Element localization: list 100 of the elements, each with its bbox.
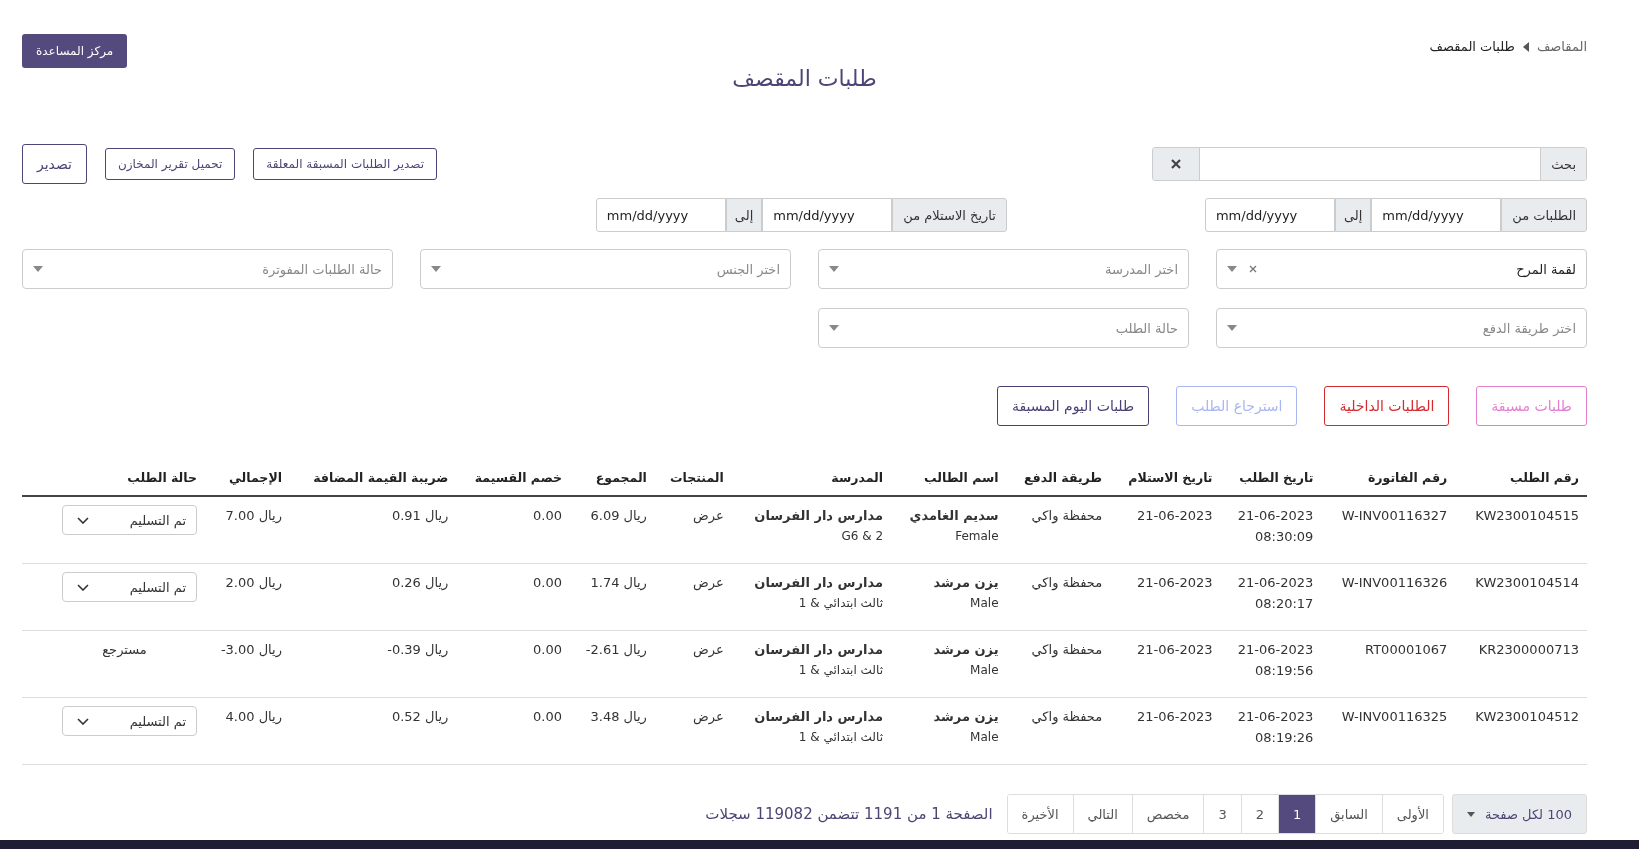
- filter-dropdown[interactable]: اختر طريقة الدفع: [1216, 308, 1587, 348]
- column-header: رقم الفاتورة: [1321, 456, 1456, 496]
- date-field[interactable]: mm/dd/yyyy: [595, 198, 726, 232]
- status-text: مسترجع: [101, 642, 148, 657]
- student-gender: Female: [954, 529, 999, 543]
- filter-dropdown[interactable]: اختر المدرسة: [818, 249, 1189, 289]
- invoice-number: W-INV00116325: [1341, 709, 1448, 724]
- pagination-button[interactable]: 1: [1277, 795, 1316, 833]
- receipt-date: 21-06-2023: [1137, 642, 1213, 657]
- order-time: 08:19:26: [1253, 730, 1314, 745]
- receipt-date: 21-06-2023: [1137, 508, 1213, 523]
- status-dropdown[interactable]: تم التسليم: [62, 572, 197, 602]
- school-grade: ثالث ابتدائي & 1: [797, 596, 883, 610]
- school-name: مدارس دار الفرسان: [753, 508, 883, 523]
- order-number: KW2300104514: [1475, 575, 1579, 590]
- products-link[interactable]: عرض: [693, 709, 724, 724]
- column-header: تاريخ الطلب: [1220, 456, 1322, 496]
- export-button[interactable]: تحميل تقرير المخازن: [105, 148, 236, 180]
- column-header: رقم الطلب: [1455, 456, 1587, 496]
- school-grade: 2 & G6: [840, 529, 883, 543]
- filter-placeholder: حالة الطلب: [1115, 320, 1178, 336]
- filter-dropdown[interactable]: حالة الطلبات المفوترة: [22, 249, 393, 289]
- vat-amount: 0.52 ريال: [391, 709, 449, 724]
- dropdown-caret-icon: [1227, 325, 1237, 331]
- total-amount: -3.00 ريال: [220, 642, 282, 657]
- status-dropdown[interactable]: تم التسليم: [62, 706, 197, 736]
- order-time: 08:19:56: [1253, 663, 1314, 678]
- filter-dropdown[interactable]: حالة الطلب: [818, 308, 1189, 348]
- to-label: إلى: [1334, 198, 1372, 232]
- filter-dropdown[interactable]: اختر الجنس: [420, 249, 791, 289]
- payment-method: محفظة واكي: [1031, 508, 1103, 523]
- order-date: 21-06-2023: [1236, 709, 1314, 724]
- chevron-down-icon: [77, 516, 89, 524]
- student-name: يزن مرشد: [932, 709, 999, 724]
- order-time: 08:30:09: [1253, 529, 1314, 544]
- pagination-button[interactable]: الأولى: [1381, 795, 1443, 833]
- filter-placeholder: اختر طريقة الدفع: [1482, 320, 1576, 336]
- breadcrumb-link[interactable]: المقاصف: [1536, 39, 1587, 54]
- export-button[interactable]: تصدير الطلبات المسبقة المعلقة: [253, 148, 438, 180]
- date-field[interactable]: mm/dd/yyyy: [1371, 198, 1502, 232]
- total-amount: 7.00 ريال: [225, 508, 282, 523]
- to-label: إلى: [725, 198, 763, 232]
- discount-amount: 0.00: [533, 508, 562, 523]
- order-date: 21-06-2023: [1236, 642, 1314, 657]
- filter-value: لقمة المرح: [1516, 261, 1576, 277]
- school-name: مدارس دار الفرسان: [753, 642, 883, 657]
- dropdown-caret-icon: [829, 266, 839, 272]
- search-label: بحث: [1540, 148, 1586, 180]
- filter-dropdown[interactable]: لقمة المرح: [1216, 249, 1587, 289]
- products-link[interactable]: عرض: [693, 575, 724, 590]
- page-title: طلبات المقصف: [731, 68, 878, 90]
- order-date: 21-06-2023: [1236, 575, 1314, 590]
- invoice-number: RT00001067: [1365, 642, 1448, 657]
- vat-amount: -0.39 ريال: [387, 642, 449, 657]
- order-number: KW2300104512: [1475, 709, 1579, 724]
- column-header: تاريخ الاستلام: [1110, 456, 1221, 496]
- products-link[interactable]: عرض: [693, 642, 724, 657]
- payment-method: محفظة واكي: [1031, 709, 1103, 724]
- clear-icon[interactable]: [1249, 265, 1257, 273]
- search-field[interactable]: بحث: [1152, 147, 1587, 181]
- column-header: المدرسة: [731, 456, 891, 496]
- subtotal-amount: 6.09 ريال: [590, 508, 647, 523]
- student-name: سديم الغامدي: [908, 508, 999, 523]
- dropdown-caret-icon: [1227, 266, 1237, 272]
- school-name: مدارس دار الفرسان: [753, 575, 883, 590]
- per-page-dropdown[interactable]: 100 لكل صفحة: [1451, 794, 1587, 834]
- student-gender: Male: [969, 596, 999, 610]
- total-amount: 4.00 ريال: [225, 709, 282, 724]
- invoice-number: W-INV00116327: [1341, 508, 1448, 523]
- order-time: 08:20:17: [1253, 596, 1314, 611]
- vat-amount: 0.26 ريال: [391, 575, 449, 590]
- order-type-button[interactable]: الطلبات الداخلية: [1324, 386, 1450, 426]
- receipt-date: 21-06-2023: [1137, 709, 1213, 724]
- payment-method: محفظة واكي: [1031, 642, 1103, 657]
- column-header: حالة الطلب: [22, 456, 205, 496]
- caret-icon: [1522, 41, 1529, 52]
- page-summary: الصفحة 1 من 1191 تتضمن 119082 سجلات: [705, 805, 993, 823]
- filter-placeholder: حالة الطلبات المفوترة: [262, 261, 382, 277]
- chevron-down-icon: [77, 583, 89, 591]
- clear-button[interactable]: [1153, 148, 1200, 180]
- dropdown-caret-icon: [431, 266, 441, 272]
- discount-amount: 0.00: [533, 575, 562, 590]
- subtotal-amount: -2.61 ريال: [585, 642, 647, 657]
- order-type-button[interactable]: طلبات اليوم المسبقة: [996, 386, 1150, 426]
- student-gender: Male: [969, 663, 999, 677]
- help-center-button[interactable]: مركز المساعدة: [22, 34, 128, 68]
- school-grade: ثالث ابتدائي & 1: [797, 730, 883, 744]
- products-link[interactable]: عرض: [693, 508, 724, 523]
- date-field[interactable]: mm/dd/yyyy: [1204, 198, 1335, 232]
- school-name: مدارس دار الفرسان: [753, 709, 883, 724]
- close-icon: [1171, 159, 1181, 169]
- column-header: المجموع: [570, 456, 655, 496]
- column-header: ضريبة القيمة المضافة: [289, 456, 457, 496]
- payment-method: محفظة واكي: [1031, 575, 1103, 590]
- column-header: طريقة الدفع: [1006, 456, 1111, 496]
- subtotal-amount: 3.48 ريال: [590, 709, 647, 724]
- status-dropdown[interactable]: تم التسليم: [62, 505, 197, 535]
- date-field[interactable]: mm/dd/yyyy: [762, 198, 893, 232]
- export-button[interactable]: تصدير: [22, 144, 87, 184]
- invoice-number: W-INV00116326: [1341, 575, 1448, 590]
